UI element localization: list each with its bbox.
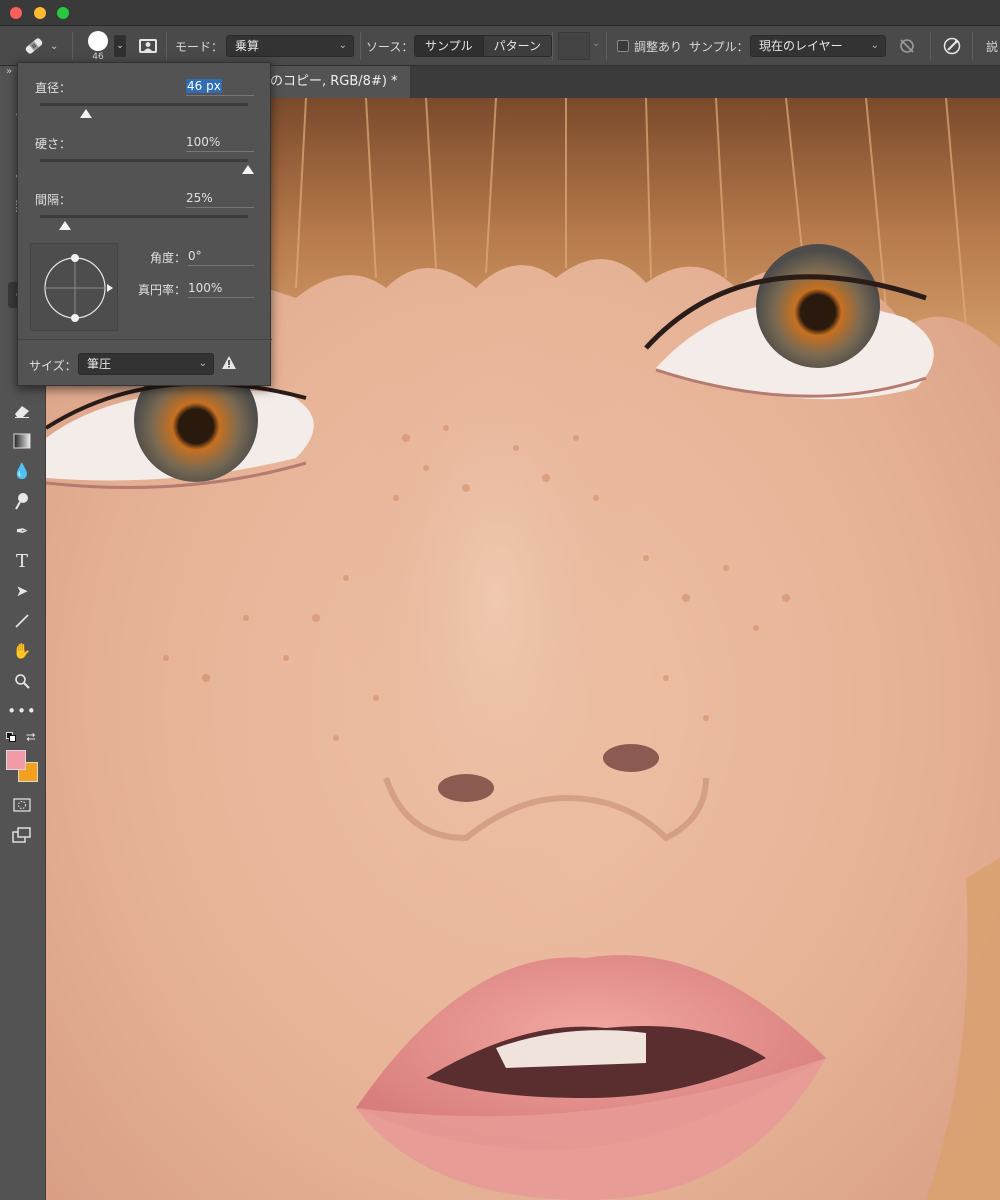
mode-label: モード：	[175, 39, 224, 54]
size-control-select[interactable]: 筆圧 ⌄	[78, 353, 214, 375]
minimize-window-button[interactable]	[34, 7, 46, 19]
sample-value: 現在のレイヤー	[759, 39, 843, 53]
title-bar	[0, 0, 1000, 26]
angle-input[interactable]: 0°	[188, 249, 254, 266]
photoshop-window: ⌄ 46 ⌄ モード： 乗算 ⌄ ソース： サンプル パターン ⌄ 調整あり サ…	[0, 0, 1000, 1200]
ignore-adjustment-icon	[900, 39, 914, 53]
swap-colors-icon[interactable]: ⮂	[26, 730, 36, 745]
roundness-input[interactable]: 100%	[188, 281, 254, 298]
gradient-icon[interactable]	[8, 428, 36, 454]
brush-preset-picker[interactable]: 46	[85, 26, 111, 66]
panel-collapse-icon[interactable]: »	[6, 66, 12, 77]
source-pattern-button[interactable]: パターン	[482, 36, 552, 56]
brush-settings-popup: 直径： 46 px 硬さ： 100% 間隔： 25% 角度： 0° 真円率： 1…	[17, 62, 272, 386]
spacing-slider-thumb[interactable]	[58, 221, 71, 230]
divider	[552, 32, 553, 60]
ignore-adjustment-button[interactable]	[898, 26, 916, 66]
line-icon[interactable]	[8, 608, 36, 634]
aligned-label: 調整あり	[634, 39, 683, 54]
foreground-color-swatch[interactable]	[6, 750, 26, 770]
divider	[360, 32, 361, 60]
size-control-value: 筆圧	[87, 357, 112, 371]
healing-brush-icon	[25, 38, 43, 54]
zoom-window-button[interactable]	[57, 7, 69, 19]
zoom-icon[interactable]	[8, 668, 36, 694]
diameter-slider-track[interactable]	[40, 103, 248, 106]
chevron-down-icon: ⌄	[870, 40, 879, 51]
mode-value: 乗算	[235, 39, 260, 53]
clone-source-icon	[139, 39, 157, 53]
tool-preset-picker[interactable]: ⌄	[22, 26, 58, 66]
hardness-label: 硬さ：	[35, 137, 72, 151]
pen-icon[interactable]: ✒	[8, 518, 36, 544]
hand-icon[interactable]: ✋	[8, 638, 36, 664]
diameter-label: 直径：	[35, 81, 72, 95]
source-toggle: サンプル パターン	[414, 35, 553, 57]
close-window-button[interactable]	[10, 7, 22, 19]
aligned-checkbox[interactable]	[617, 40, 629, 52]
brush-size-readout: 46	[92, 51, 104, 62]
source-sample-button[interactable]: サンプル	[415, 36, 483, 56]
chevron-down-icon: ⌄	[50, 40, 59, 52]
divider	[930, 32, 931, 60]
hardness-slider-thumb[interactable]	[242, 165, 254, 174]
diameter-slider-thumb[interactable]	[79, 109, 92, 118]
pressure-button[interactable]	[942, 26, 962, 66]
eraser-icon[interactable]	[8, 398, 36, 424]
diameter-input[interactable]: 46 px	[186, 79, 254, 96]
path-select-icon[interactable]: ➤	[8, 578, 36, 604]
divider	[606, 32, 607, 60]
size-label: サイズ：	[29, 359, 77, 373]
brush-preset-icon	[88, 30, 108, 51]
sample-select[interactable]: 現在のレイヤー ⌄	[750, 35, 886, 57]
hardness-slider-track[interactable]	[40, 159, 248, 162]
hardness-input[interactable]: 100%	[186, 135, 254, 152]
brush-shape-preview[interactable]	[30, 243, 118, 331]
chevron-down-icon[interactable]: ⌄	[592, 38, 600, 49]
overflow-text: 説	[986, 39, 999, 54]
brush-angle-wheel	[44, 254, 113, 322]
diameter-value: 46 px	[186, 79, 222, 93]
brush-preset-dropdown[interactable]: ⌄	[114, 35, 126, 57]
angle-label: 角度：	[150, 251, 187, 265]
clone-source-button[interactable]	[138, 26, 158, 66]
mode-select[interactable]: 乗算 ⌄	[226, 35, 354, 57]
chevron-down-icon: ⌄	[198, 358, 207, 369]
pressure-icon	[943, 37, 961, 55]
divider	[166, 32, 167, 60]
pattern-picker[interactable]	[558, 32, 590, 60]
warning-icon	[221, 355, 237, 374]
document-tab[interactable]: のコピー, RGB/8#) *	[270, 66, 410, 98]
popup-divider	[18, 339, 272, 340]
quick-mask-icon[interactable]	[8, 792, 36, 818]
more-icon[interactable]: •••	[7, 698, 36, 724]
spacing-slider-track[interactable]	[40, 215, 248, 218]
dodge-icon[interactable]	[8, 488, 36, 514]
type-icon[interactable]: T	[8, 548, 36, 574]
chevron-down-icon: ⌄	[338, 40, 347, 51]
default-colors-icon[interactable]	[6, 732, 16, 742]
spacing-input[interactable]: 25%	[186, 191, 254, 208]
screen-mode-icon[interactable]	[8, 822, 36, 848]
source-label: ソース：	[366, 39, 414, 54]
divider	[972, 32, 973, 60]
options-bar: ⌄ 46 ⌄ モード： 乗算 ⌄ ソース： サンプル パターン ⌄ 調整あり サ…	[0, 26, 1000, 66]
spacing-label: 間隔：	[35, 193, 72, 207]
roundness-label: 真円率：	[138, 283, 187, 297]
divider	[72, 32, 73, 60]
sample-label: サンプル：	[689, 39, 749, 54]
blur-icon[interactable]: 💧	[8, 458, 36, 484]
